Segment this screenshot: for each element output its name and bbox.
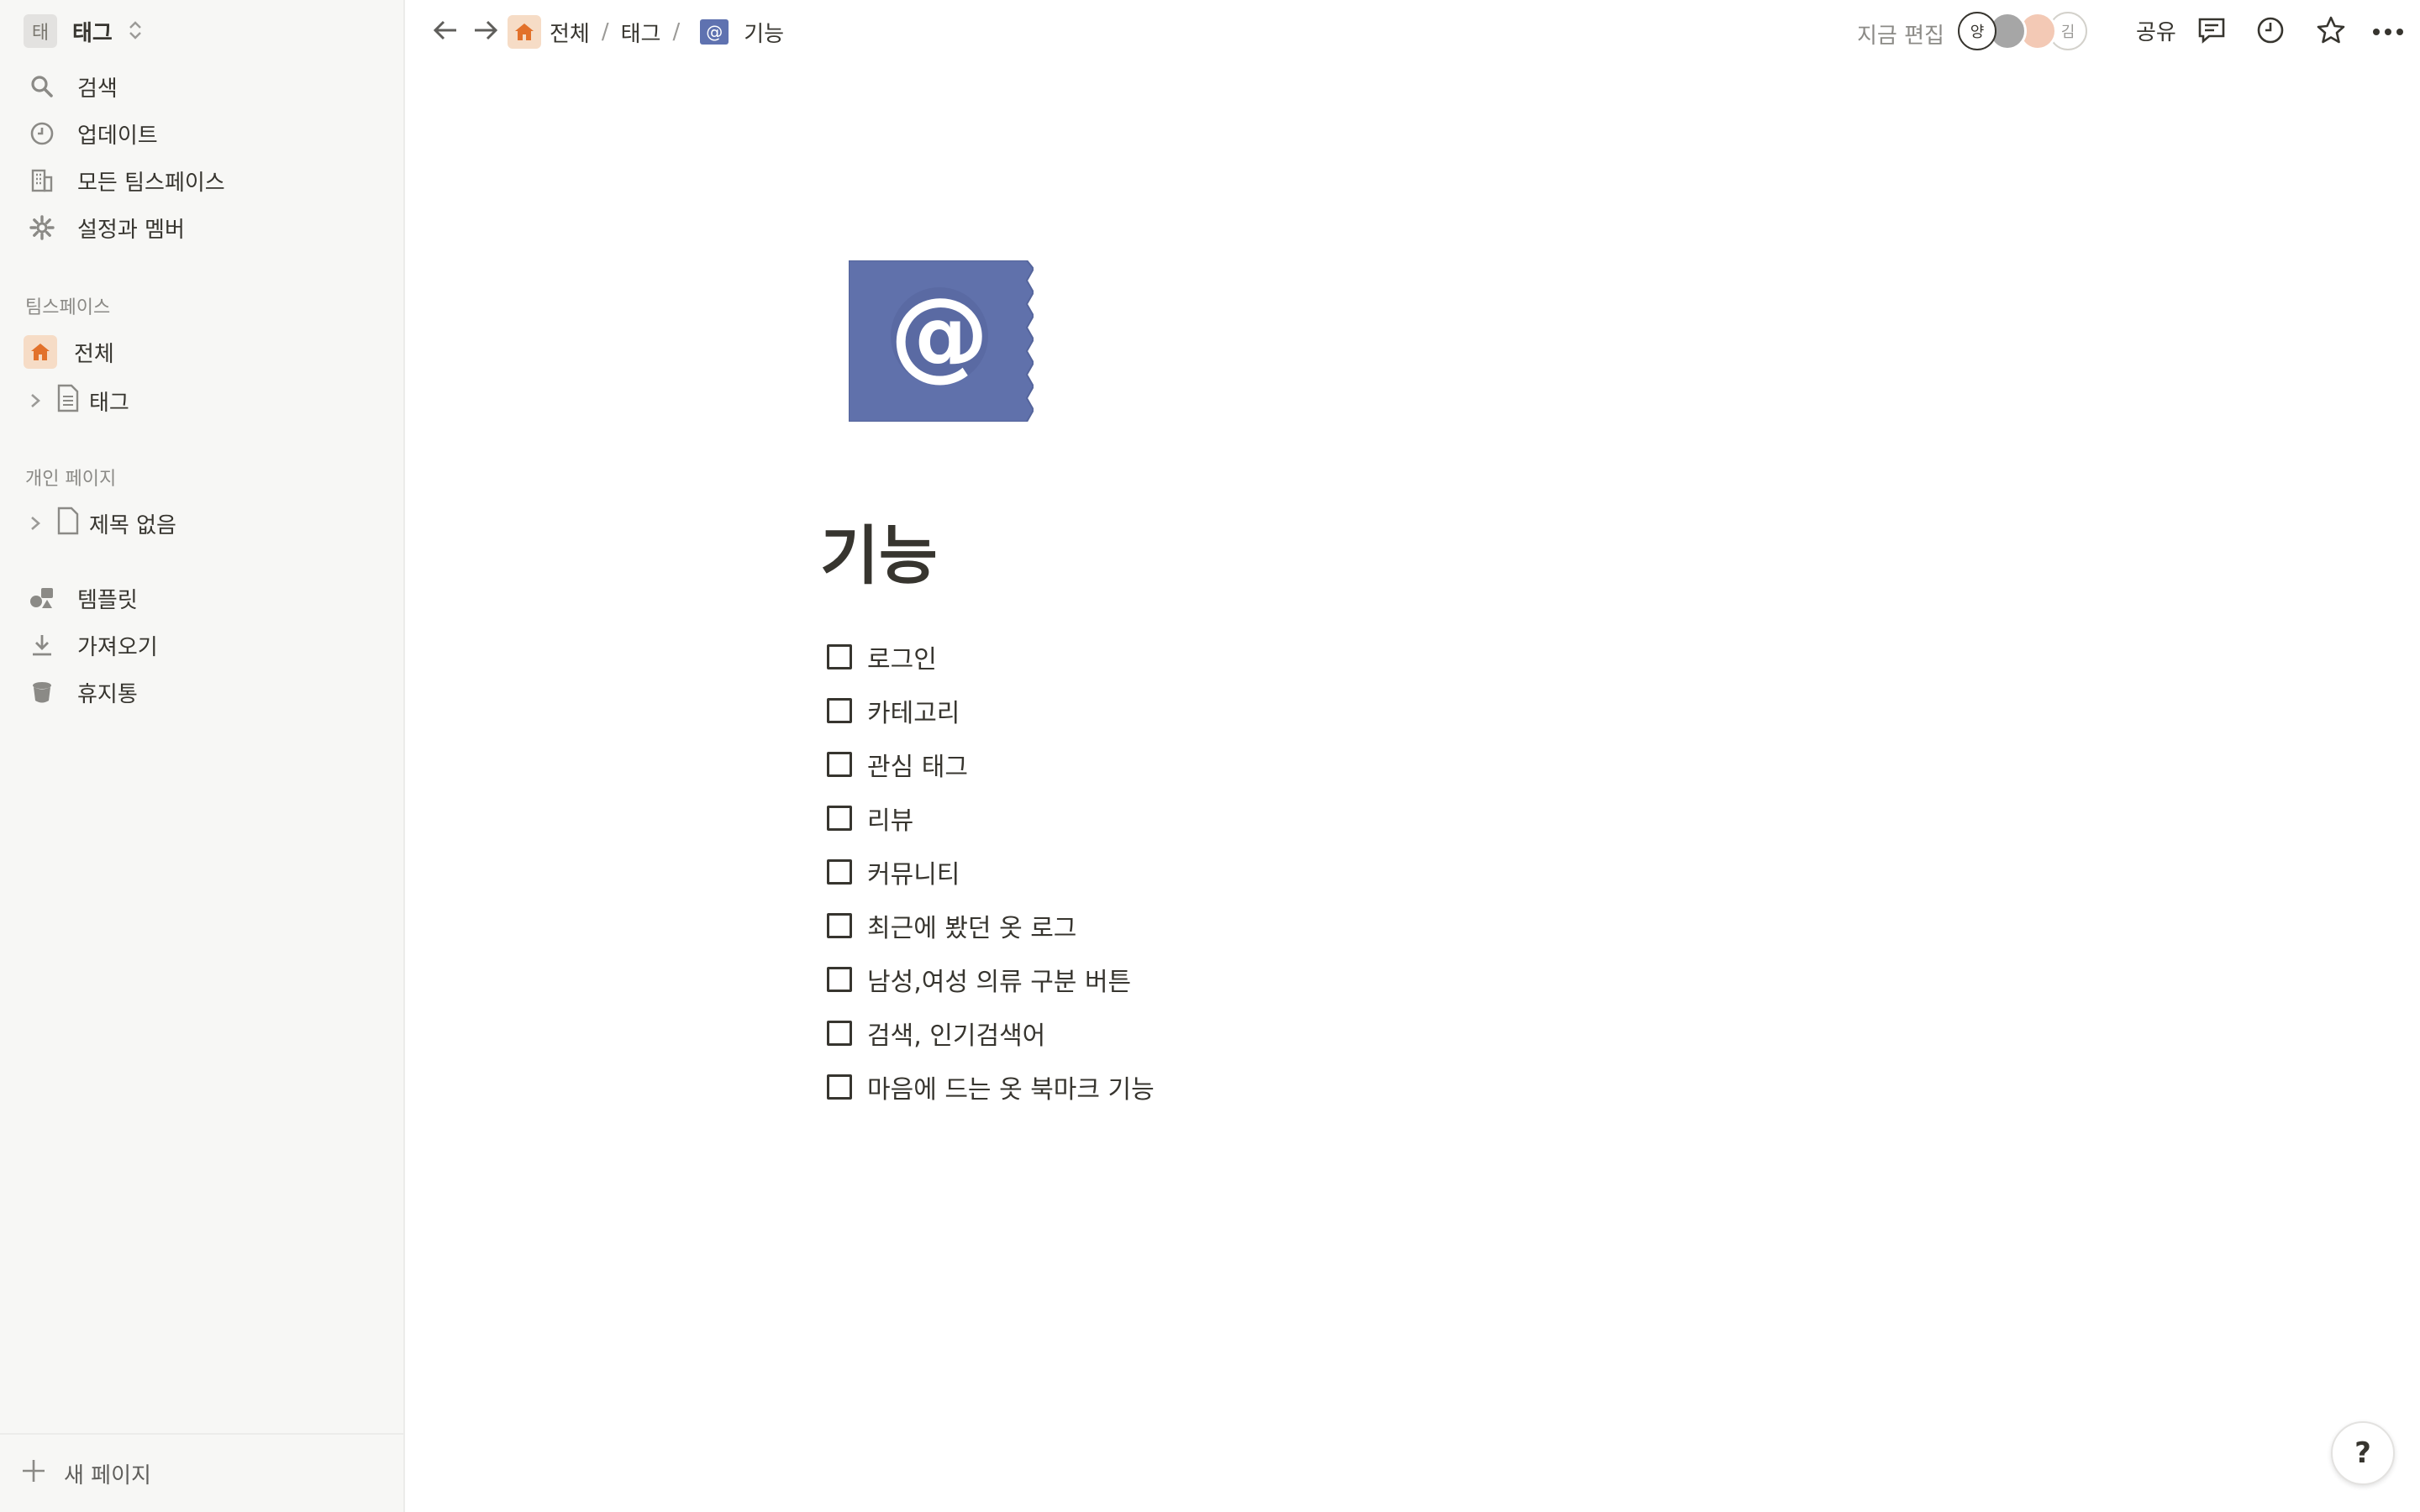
page-icon [55, 384, 81, 418]
arrow-left-icon [432, 18, 459, 45]
sidebar-item-templates[interactable]: 템플릿 [24, 580, 138, 617]
todo-item: 최근에 봤던 옷 로그 [827, 899, 1155, 953]
sidebar-item-label: 가져오기 [77, 634, 158, 660]
breadcrumb-separator: / [672, 19, 681, 45]
todo-checkbox[interactable] [827, 967, 852, 992]
breadcrumb-item-feature[interactable]: 기능 [744, 17, 784, 48]
forward-button[interactable] [467, 13, 504, 50]
page-icon-at-sign[interactable]: @ [848, 260, 1035, 423]
private-section-header: 개인 페이지 [25, 469, 117, 490]
breadcrumb-item-tag[interactable]: 태그 [621, 17, 661, 48]
sidebar-item-label: 제목 없음 [89, 512, 176, 538]
page-icon [55, 507, 81, 541]
todo-text[interactable]: 검색, 인기검색어 [867, 1015, 1045, 1052]
favorite-button[interactable] [2312, 13, 2349, 50]
new-page-button[interactable]: 새 페이지 [0, 1433, 403, 1512]
history-button[interactable] [2252, 13, 2289, 50]
todo-checkbox[interactable] [827, 806, 852, 831]
sidebar-item-label: 템플릿 [77, 587, 138, 613]
sidebar-item-search[interactable]: 검색 [24, 68, 118, 105]
todo-checkbox[interactable] [827, 859, 852, 885]
todo-text[interactable]: 로그인 [867, 638, 937, 675]
home-icon [508, 15, 541, 49]
sidebar-item-label: 업데이트 [77, 123, 158, 149]
sidebar-item-label: 휴지통 [77, 681, 138, 707]
download-icon [24, 627, 60, 664]
todo-text[interactable]: 마음에 드는 옷 북마크 기능 [867, 1068, 1155, 1105]
todo-text[interactable]: 커뮤니티 [867, 853, 960, 890]
clock-icon [2256, 16, 2285, 48]
search-icon [24, 68, 60, 105]
todo-checkbox[interactable] [827, 913, 852, 938]
todo-text[interactable]: 남성,여성 의류 구분 버튼 [867, 961, 1131, 998]
sidebar-item-trash[interactable]: 휴지통 [24, 674, 138, 711]
sidebar-item-updates[interactable]: 업데이트 [24, 115, 158, 152]
todo-item: 카테고리 [827, 684, 1155, 738]
todo-item: 로그인 [827, 630, 1155, 684]
editing-now-label: 지금 편집 [1857, 24, 1944, 49]
todo-list: 로그인 카테고리 관심 태그 리뷰 커뮤니티 최근에 봤던 옷 로그 남성,여성… [827, 630, 1155, 1114]
at-sign-icon: @ [700, 19, 729, 45]
workspace-switcher[interactable]: 태 태그 [24, 14, 143, 48]
chevron-right-icon[interactable] [24, 515, 47, 532]
todo-checkbox[interactable] [827, 1021, 852, 1046]
chevron-right-icon[interactable] [24, 392, 47, 409]
sidebar-item-label: 태그 [89, 390, 129, 416]
sidebar-item-label: 전체 [74, 341, 114, 367]
sidebar-item-untitled[interactable]: 제목 없음 [24, 505, 176, 542]
clock-icon [24, 115, 60, 152]
building-icon [24, 162, 60, 199]
topbar: 전체 / 태그 / @ 기능 지금 편집 양 김 공유 [407, 0, 2420, 62]
workspace-badge: 태 [24, 14, 57, 48]
home-icon [24, 335, 57, 369]
help-button[interactable]: ? [2331, 1421, 2395, 1485]
todo-item: 마음에 드는 옷 북마크 기능 [827, 1060, 1155, 1114]
share-button[interactable]: 공유 [2136, 15, 2176, 46]
sidebar: 태 태그 검색 업데이트 모든 팀스페이스 설정과 멤버 팀스페이스 전체 태그… [0, 0, 405, 1512]
todo-text[interactable]: 카테고리 [867, 692, 960, 729]
todo-checkbox[interactable] [827, 698, 852, 723]
todo-text[interactable]: 최근에 봤던 옷 로그 [867, 907, 1076, 944]
shapes-icon [24, 580, 60, 617]
page-title[interactable]: 기능 [820, 521, 938, 591]
todo-item: 리뷰 [827, 791, 1155, 845]
workspace-name: 태그 [72, 20, 113, 46]
sidebar-item-import[interactable]: 가져오기 [24, 627, 158, 664]
todo-checkbox[interactable] [827, 644, 852, 669]
todo-checkbox[interactable] [827, 1074, 852, 1100]
todo-item: 검색, 인기검색어 [827, 1006, 1155, 1060]
todo-item: 커뮤니티 [827, 845, 1155, 899]
breadcrumb: 전체 / 태그 / @ 기능 [508, 13, 784, 50]
todo-text[interactable]: 관심 태그 [867, 746, 968, 783]
todo-text[interactable]: 리뷰 [867, 800, 913, 837]
new-page-label: 새 페이지 [64, 1462, 151, 1488]
sidebar-item-tag[interactable]: 태그 [24, 382, 129, 419]
arrow-right-icon [472, 18, 499, 45]
more-horizontal-icon [2371, 24, 2405, 40]
star-icon [2316, 15, 2346, 49]
svg-text:@: @ [890, 276, 989, 391]
comments-button[interactable] [2193, 13, 2230, 50]
sidebar-item-settings[interactable]: 설정과 멤버 [24, 209, 185, 246]
sidebar-item-label: 검색 [77, 76, 118, 102]
todo-item: 관심 태그 [827, 738, 1155, 791]
sidebar-item-all[interactable]: 전체 [24, 333, 114, 370]
breadcrumb-item-all[interactable]: 전체 [550, 17, 590, 48]
todo-item: 남성,여성 의류 구분 버튼 [827, 953, 1155, 1006]
sidebar-item-label: 설정과 멤버 [77, 217, 185, 243]
more-button[interactable] [2370, 13, 2407, 50]
comment-icon [2197, 17, 2226, 47]
chevron-updown-icon [128, 19, 143, 44]
plus-icon [20, 1457, 47, 1490]
teamspace-section-header: 팀스페이스 [25, 297, 111, 318]
gear-icon [24, 209, 60, 246]
back-button[interactable] [427, 13, 464, 50]
avatar[interactable]: 양 [1958, 12, 1996, 50]
sidebar-item-all-teamspaces[interactable]: 모든 팀스페이스 [24, 162, 225, 199]
sidebar-item-label: 모든 팀스페이스 [77, 170, 225, 196]
breadcrumb-separator: / [601, 19, 609, 45]
todo-checkbox[interactable] [827, 752, 852, 777]
trash-icon [24, 674, 60, 711]
